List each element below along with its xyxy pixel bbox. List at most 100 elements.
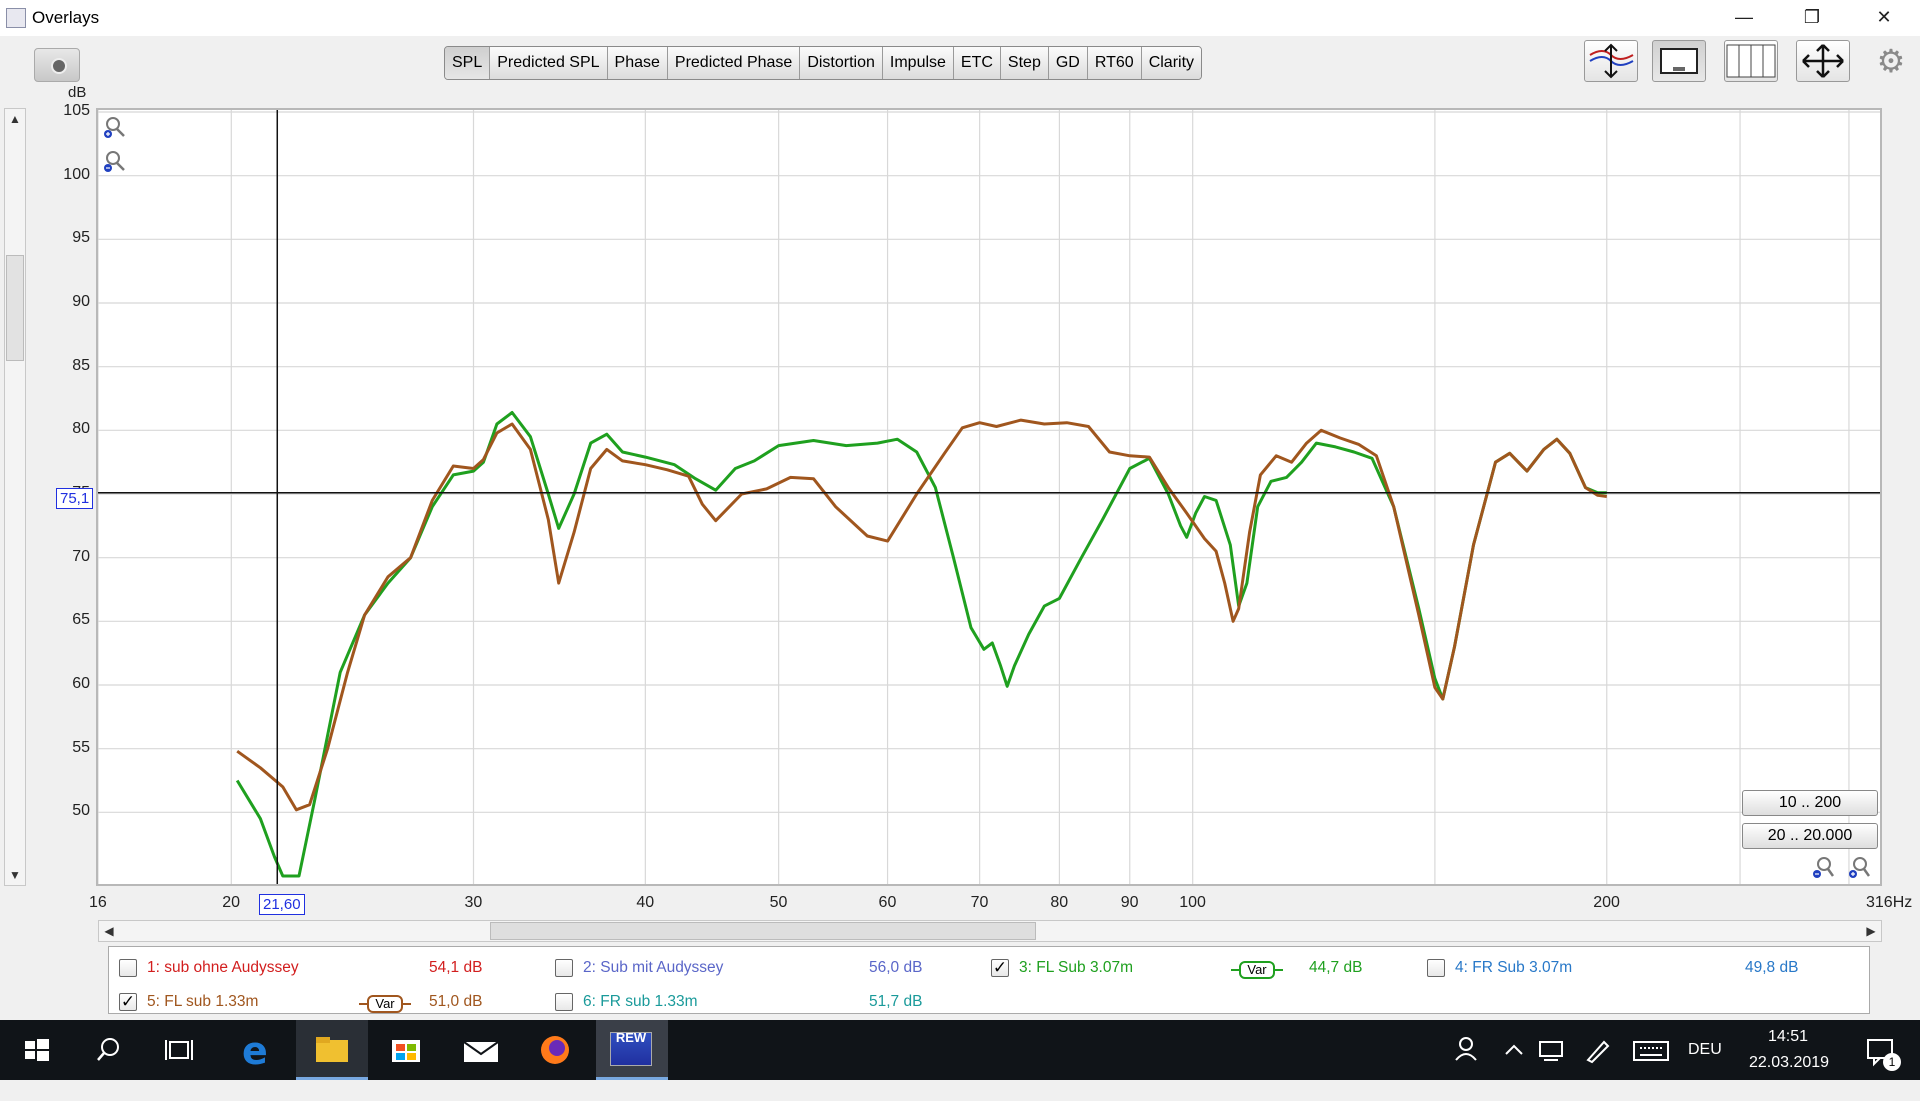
tab-impulse[interactable]: Impulse	[882, 47, 954, 79]
trace-legend: 1: sub ohne Audyssey 54,1 dB 2: Sub mit Au…	[108, 946, 1870, 1014]
spl-graph[interactable]	[96, 108, 1882, 886]
scroll-up-icon[interactable]: ▲	[6, 110, 24, 128]
trace-name[interactable]: 1: sub ohne Audyssey	[147, 959, 299, 977]
y-tick-label: 70	[72, 547, 90, 565]
trace-level-value: 51,7 dB	[869, 993, 923, 1010]
trace-level-value: 56,0 dB	[869, 959, 923, 976]
x-tick-label: 20	[222, 894, 241, 911]
keyboard-icon[interactable]	[1626, 1020, 1676, 1080]
trace-level-value: 51,0 dB	[429, 993, 483, 1010]
trace-level-value: 54,1 dB	[429, 959, 483, 976]
mail-icon[interactable]	[444, 1020, 516, 1080]
vertical-scroll-thumb[interactable]	[6, 255, 24, 361]
network-icon[interactable]	[1532, 1020, 1572, 1080]
scroll-down-icon[interactable]: ▼	[6, 866, 24, 884]
x-tick-label: 60	[878, 894, 897, 911]
tab-etc[interactable]: ETC	[953, 47, 1001, 79]
series-line-1	[236, 418, 1607, 812]
notifications-icon[interactable]: 1	[1852, 1020, 1912, 1080]
clock-date[interactable]: 22.03.2019	[1730, 1054, 1848, 1072]
trace-level-value: 49,8 dB	[1745, 959, 1799, 976]
y-tick-label: 85	[72, 356, 90, 374]
y-tick-label: 65	[72, 611, 90, 629]
trace-name[interactable]: 3: FL Sub 3.07m	[1019, 959, 1133, 977]
tab-gd[interactable]: GD	[1048, 47, 1088, 79]
search-icon[interactable]	[72, 1020, 144, 1080]
columns-icon[interactable]	[1724, 40, 1778, 82]
tab-step[interactable]: Step	[1000, 47, 1049, 79]
x-tick-label: 316Hz	[1866, 894, 1913, 911]
trace-checkbox[interactable]	[1427, 959, 1445, 977]
var-toggle-button[interactable]: Var	[367, 995, 403, 1013]
clock-time[interactable]: 14:51	[1744, 1028, 1832, 1046]
close-button[interactable]: ✕	[1856, 0, 1912, 36]
tab-predicted-spl[interactable]: Predicted SPL	[490, 47, 608, 79]
trace-checkbox[interactable]	[555, 993, 573, 1011]
arrows-move-icon[interactable]	[1796, 40, 1850, 82]
svg-text:e: e	[242, 1029, 268, 1073]
window-title: Overlays	[32, 8, 100, 27]
y-tick-label: 90	[72, 293, 90, 310]
firefox-icon[interactable]	[518, 1020, 590, 1080]
x-zoom-out-icon[interactable]	[1812, 856, 1835, 878]
range-10-200-button[interactable]: 10 .. 200	[1742, 790, 1878, 816]
gear-icon[interactable]: ⚙	[1874, 44, 1908, 78]
cursor-y-readout: 75,1	[56, 488, 94, 509]
edge-icon[interactable]: e	[220, 1020, 292, 1080]
zoom-out-icon[interactable]	[104, 150, 125, 172]
notification-count: 1	[1888, 1055, 1896, 1069]
y-tick-label: 105	[63, 102, 90, 119]
vertical-scrollbar[interactable]	[4, 108, 26, 886]
scroll-right-icon[interactable]: ▶	[1862, 922, 1880, 940]
tab-clarity[interactable]: Clarity	[1141, 47, 1202, 79]
restore-button[interactable]: ❐	[1784, 0, 1840, 36]
x-tick-label: 200	[1593, 894, 1620, 911]
tray-chevron-icon[interactable]	[1500, 1020, 1528, 1080]
trace-checkbox[interactable]: ✓	[991, 959, 1009, 977]
x-tick-label: 40	[636, 894, 655, 911]
rew-icon[interactable]: REW	[596, 1020, 668, 1080]
y-tick-label: 80	[72, 420, 90, 438]
file-explorer-icon[interactable]	[296, 1020, 368, 1080]
people-icon[interactable]	[1440, 1020, 1492, 1080]
x-zoom-in-icon[interactable]	[1848, 856, 1871, 878]
tab-phase[interactable]: Phase	[607, 47, 668, 79]
horizontal-scroll-thumb[interactable]	[490, 922, 1036, 940]
windows-start-icon[interactable]	[0, 1020, 72, 1080]
x-tick-label: 30	[464, 894, 483, 911]
tab-spl[interactable]: SPL	[445, 47, 491, 79]
task-view-icon[interactable]	[144, 1020, 216, 1080]
app-icon	[6, 8, 26, 28]
trace-name[interactable]: 5: FL sub 1.33m	[147, 993, 258, 1011]
store-icon[interactable]	[370, 1020, 442, 1080]
trace-checkbox[interactable]	[119, 959, 137, 977]
language-indicator[interactable]: DEU	[1688, 1041, 1722, 1059]
trace-name[interactable]: 2: Sub mit Audyssey	[583, 959, 723, 977]
trace-name[interactable]: 4: FR Sub 3.07m	[1455, 959, 1572, 977]
camera-icon[interactable]	[34, 48, 80, 82]
trace-checkbox[interactable]: ✓	[119, 993, 137, 1011]
var-toggle-button[interactable]: Var	[1239, 961, 1275, 979]
trace-name[interactable]: 6: FR sub 1.33m	[583, 993, 698, 1011]
x-tick-label: 90	[1120, 894, 1139, 911]
y-tick-label: 60	[72, 675, 90, 692]
y-tick-label: 100	[63, 165, 90, 183]
x-tick-label: 100	[1179, 894, 1206, 911]
title-bar	[0, 0, 1920, 36]
tab-distortion[interactable]: Distortion	[800, 47, 883, 79]
minimize-button[interactable]: —	[1716, 0, 1772, 36]
tab-rt60[interactable]: RT60	[1087, 47, 1142, 79]
tab-predicted-phase[interactable]: Predicted Phase	[667, 47, 801, 79]
zoom-in-icon[interactable]	[104, 116, 125, 138]
trace-checkbox[interactable]	[555, 959, 573, 977]
range-20-20000-button[interactable]: 20 .. 20.000	[1742, 823, 1878, 849]
overlay-traces-icon[interactable]	[1584, 40, 1638, 82]
y-tick-label: 50	[72, 802, 90, 820]
plot-area[interactable]	[98, 110, 1880, 884]
cursor-x-readout: 21,60	[259, 894, 305, 915]
window-layout-icon[interactable]	[1652, 40, 1706, 82]
pen-icon[interactable]	[1578, 1020, 1618, 1080]
y-tick-label: 95	[72, 229, 90, 247]
scroll-left-icon[interactable]: ◀	[100, 922, 118, 940]
rew-label: REW	[615, 1030, 647, 1045]
